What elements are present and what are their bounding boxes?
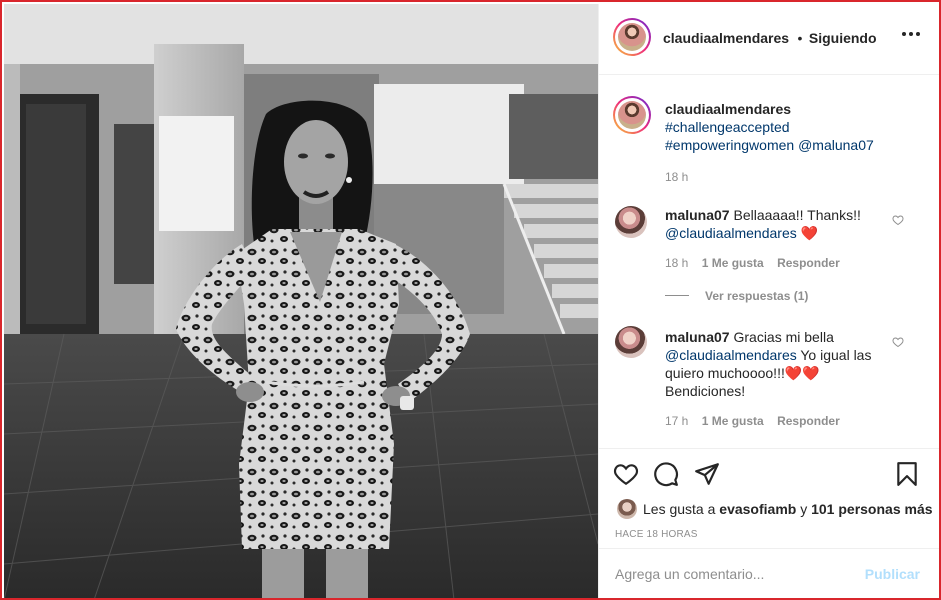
heart-emoji: ❤️ xyxy=(800,225,819,241)
more-horizontal-icon[interactable] xyxy=(902,32,920,38)
likes-others-button[interactable]: 101 personas más xyxy=(811,501,932,517)
comment-text: maluna07 Gracias mi bella @claudiaalmend… xyxy=(665,328,885,400)
add-comment-bar: Publicar xyxy=(599,548,939,598)
caption-time[interactable]: 18 h xyxy=(665,170,688,184)
likes-connector: y xyxy=(796,501,812,517)
comment-body: Gracias mi bella xyxy=(733,329,834,345)
commenter-avatar[interactable] xyxy=(615,326,647,358)
commenter-avatar[interactable] xyxy=(615,206,647,238)
comment-like-icon[interactable] xyxy=(892,336,904,348)
caption-mention[interactable]: @maluna07 xyxy=(798,137,874,153)
comment-like-icon[interactable] xyxy=(892,214,904,226)
liker-username[interactable]: evasofiamb xyxy=(719,501,796,517)
heart-emoji: ❤️❤️ xyxy=(784,365,820,381)
liker-avatar[interactable] xyxy=(617,499,637,519)
separator-dot: • xyxy=(797,30,803,46)
comment-body-line4: Bendiciones! xyxy=(665,383,746,399)
publish-button[interactable]: Publicar xyxy=(865,566,920,582)
comment-username[interactable]: maluna07 xyxy=(665,329,730,345)
caption-author-avatar[interactable] xyxy=(613,96,651,134)
reply-button[interactable]: Responder xyxy=(777,414,840,428)
author-avatar[interactable] xyxy=(613,18,651,56)
comment-time[interactable]: 17 h xyxy=(665,414,688,428)
comment-text: maluna07 Bellaaaaa!! Thanks!! @claudiaal… xyxy=(665,206,905,242)
comment-meta: 18 h 1 Me gusta Responder xyxy=(665,256,840,270)
post-side-panel: claudiaalmendares • Siguiendo claudiaalm… xyxy=(598,4,939,598)
comment-mention[interactable]: @claudiaalmendares xyxy=(665,225,797,241)
likes-summary: Les gusta a evasofiamb y 101 personas má… xyxy=(643,501,933,517)
reply-button[interactable]: Responder xyxy=(777,256,840,270)
window-frame: claudiaalmendares • Siguiendo claudiaalm… xyxy=(0,0,941,600)
post-photo[interactable] xyxy=(4,4,598,598)
comment-body-line3: quiero muchoooo!!! xyxy=(665,365,785,381)
comment-body: Bellaaaaa!! Thanks!! xyxy=(733,207,861,223)
save-bookmark-icon[interactable] xyxy=(894,461,920,487)
comment-username[interactable]: maluna07 xyxy=(665,207,730,223)
photo-illustration xyxy=(4,4,598,598)
following-button[interactable]: Siguiendo xyxy=(809,30,877,46)
post-header: claudiaalmendares • Siguiendo xyxy=(599,4,939,75)
hashtag-challengeaccepted[interactable]: #challengeaccepted xyxy=(665,119,790,135)
comment-meta: 17 h 1 Me gusta Responder xyxy=(665,414,840,428)
comment-likes[interactable]: 1 Me gusta xyxy=(702,414,764,428)
comment-body-cont: Yo igual las xyxy=(796,347,872,363)
comment-bubble-icon[interactable] xyxy=(653,461,679,487)
replies-divider xyxy=(665,295,689,296)
author-username[interactable]: claudiaalmendares xyxy=(663,30,789,46)
caption-username[interactable]: claudiaalmendares xyxy=(665,101,791,117)
likes-prefix: Les gusta a xyxy=(643,501,720,517)
caption-text: claudiaalmendares #challengeaccepted #em… xyxy=(665,100,925,154)
view-replies-button[interactable]: Ver respuestas (1) xyxy=(705,289,808,303)
comment-likes[interactable]: 1 Me gusta xyxy=(702,256,764,270)
post-timestamp[interactable]: HACE 18 HORAS xyxy=(615,529,698,540)
comment-time[interactable]: 18 h xyxy=(665,256,688,270)
comment-mention[interactable]: @claudiaalmendares xyxy=(665,347,797,363)
share-send-icon[interactable] xyxy=(694,461,720,487)
like-heart-icon[interactable] xyxy=(613,461,639,487)
header-user-line: claudiaalmendares • Siguiendo xyxy=(663,30,877,48)
hashtag-empoweringwomen[interactable]: #empoweringwomen xyxy=(665,137,794,153)
comment-input[interactable] xyxy=(615,563,855,585)
